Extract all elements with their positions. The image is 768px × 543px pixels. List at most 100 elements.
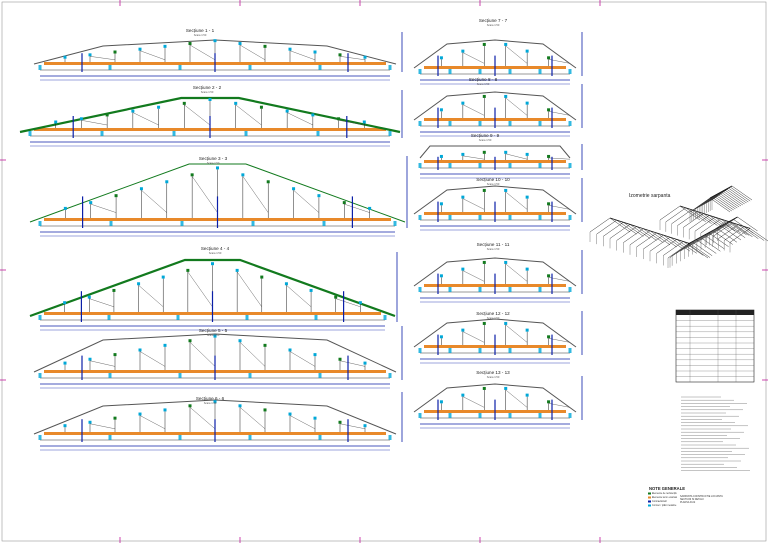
connector-plate	[188, 42, 192, 46]
legend-item: Elemente de rezistență	[652, 492, 677, 495]
connector-plate	[461, 393, 465, 397]
pier	[318, 435, 322, 440]
connector-plate	[216, 166, 219, 170]
iso-rafter	[643, 234, 664, 250]
brace	[184, 104, 211, 126]
connector-plate	[482, 42, 486, 46]
connector-plate	[263, 343, 267, 347]
pier	[38, 373, 42, 378]
brace	[462, 104, 485, 116]
connector-plate	[163, 343, 167, 347]
section-title: Secțiune 3 - 3	[198, 156, 228, 161]
brace	[138, 285, 164, 307]
iso-ridge	[709, 185, 733, 199]
iso-rafter	[609, 224, 631, 239]
pier	[314, 315, 318, 320]
brace	[90, 203, 117, 213]
iso-ridge	[679, 205, 751, 229]
iso-rafter	[671, 241, 693, 256]
connector-plate	[112, 288, 116, 292]
pier	[318, 65, 322, 70]
pier	[178, 65, 182, 70]
brace	[139, 415, 166, 429]
brace	[462, 396, 485, 408]
connector-plate	[266, 180, 270, 184]
connector-plate	[311, 113, 315, 117]
pier	[383, 315, 387, 320]
drawing-canvas	[0, 0, 768, 543]
pier	[38, 315, 42, 320]
section-scale: Scara 1:50	[486, 24, 500, 27]
connector-plate	[439, 202, 443, 206]
connector-plate	[285, 109, 289, 113]
brace	[339, 56, 366, 60]
connector-plate	[138, 47, 142, 51]
connector-plate	[525, 101, 529, 105]
connector-plate	[461, 328, 465, 332]
connector-plate	[190, 173, 194, 177]
connector-plate	[113, 50, 117, 54]
pier	[508, 413, 512, 418]
connector-plate	[88, 420, 92, 424]
connector-plate	[525, 267, 529, 271]
connector-plate	[288, 412, 292, 416]
table-header	[676, 310, 754, 315]
legend-swatch	[648, 500, 651, 503]
pier	[448, 163, 452, 168]
pier	[418, 287, 422, 292]
pier	[248, 435, 252, 440]
connector-plate	[309, 288, 313, 292]
legend-swatch	[648, 492, 651, 495]
connector-plate	[482, 386, 486, 390]
connector-plate	[113, 416, 117, 420]
isometric-title: Izometrie sarpanta	[629, 193, 671, 199]
pier	[176, 315, 180, 320]
section-scale: Scara 1:50	[486, 248, 500, 251]
brace	[505, 153, 528, 160]
pier	[478, 69, 482, 74]
pier	[448, 215, 452, 220]
brace	[339, 423, 366, 429]
iso-rafter	[711, 196, 732, 212]
pier	[178, 435, 182, 440]
connector-plate	[165, 180, 169, 184]
iso-ridge	[609, 217, 691, 244]
connector-plate	[547, 56, 551, 60]
connector-plate	[313, 50, 317, 54]
section-scale: Scara 1:50	[486, 317, 500, 320]
connector-plate	[213, 39, 217, 43]
pier	[478, 413, 482, 418]
section-scale: Scara 1:50	[208, 252, 222, 255]
connector-plate	[482, 94, 486, 98]
connector-plate	[284, 282, 288, 286]
brace	[462, 331, 485, 343]
iso-rafter	[649, 236, 671, 252]
brace	[139, 50, 166, 60]
iso-rafter	[719, 192, 740, 208]
connector-plate	[163, 408, 167, 412]
iso-rafter	[659, 205, 681, 221]
connector-plate	[525, 49, 529, 53]
connector-plate	[63, 206, 67, 210]
section-s11	[413, 250, 583, 303]
connector-plate	[238, 404, 242, 408]
iso-rafter	[728, 187, 749, 203]
connector-plate	[547, 274, 551, 278]
pier	[109, 221, 113, 226]
connector-plate	[439, 154, 443, 158]
brace	[289, 415, 316, 429]
connector-plate	[439, 400, 443, 404]
brace	[505, 191, 528, 210]
connector-plate	[317, 194, 321, 198]
pier	[568, 413, 572, 418]
connector-plate	[137, 282, 141, 286]
connector-plate	[482, 188, 486, 192]
pier	[538, 215, 542, 220]
pier	[418, 121, 422, 126]
connector-plate	[186, 268, 190, 272]
sheet-border	[1, 1, 767, 542]
section-title: Secțiune 9 - 9	[470, 133, 500, 138]
pier	[418, 413, 422, 418]
brace	[462, 52, 485, 64]
brace	[289, 50, 316, 60]
